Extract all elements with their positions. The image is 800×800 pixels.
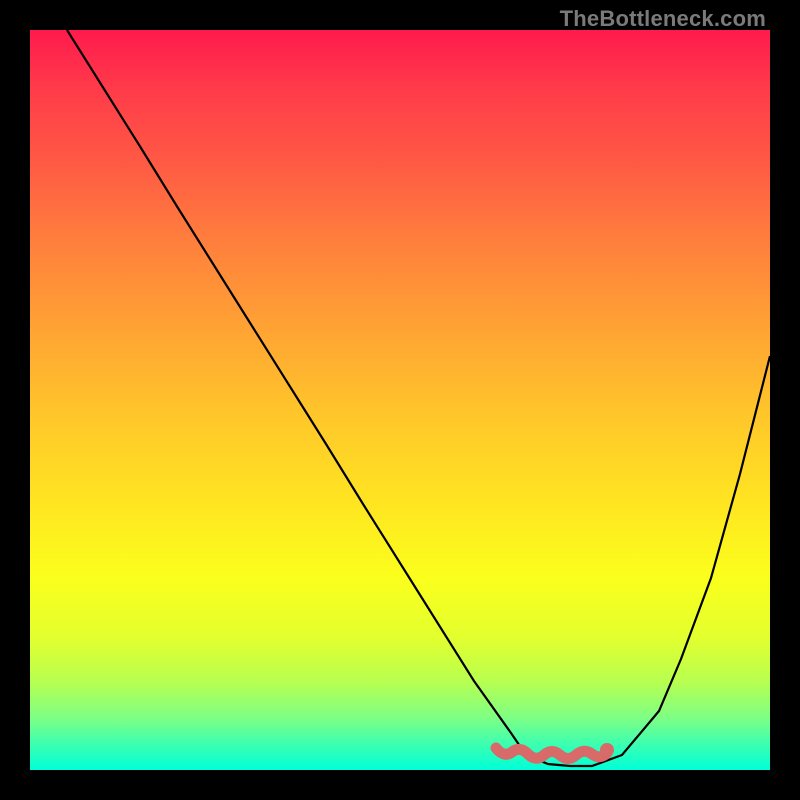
watermark-text: TheBottleneck.com [560,6,766,32]
chart-frame: TheBottleneck.com [0,0,800,800]
optimal-range-marker [496,743,614,759]
plot-area [30,30,770,770]
chart-svg [30,30,770,770]
bottleneck-curve [67,30,770,766]
